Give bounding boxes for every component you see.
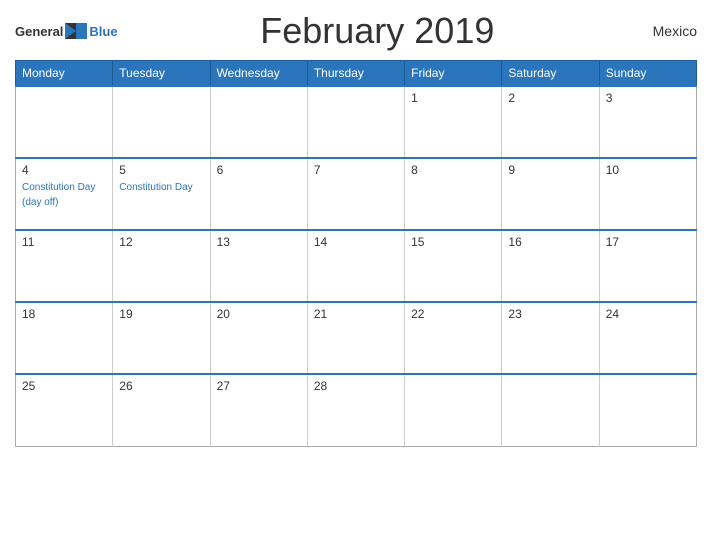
calendar-cell: 23 — [502, 302, 599, 374]
calendar-cell: 5 Constitution Day — [113, 158, 210, 230]
day-number: 16 — [508, 235, 592, 249]
calendar-cell — [599, 374, 696, 446]
calendar-cell: 4 Constitution Day (day off) — [16, 158, 113, 230]
calendar-cell: 15 — [405, 230, 502, 302]
day-header-sunday: Sunday — [599, 61, 696, 87]
logo-general-text: General — [15, 24, 63, 39]
day-number: 21 — [314, 307, 398, 321]
day-event: Constitution Day — [119, 182, 192, 193]
calendar-week-3: 11 12 13 14 15 16 17 — [16, 230, 697, 302]
day-number: 10 — [606, 163, 690, 177]
calendar-table: MondayTuesdayWednesdayThursdayFridaySatu… — [15, 60, 697, 447]
day-header-friday: Friday — [405, 61, 502, 87]
calendar-body: 1234Constitution Day (day off)5Constitut… — [16, 86, 697, 446]
calendar-cell: 6 — [210, 158, 307, 230]
calendar-cell: 27 — [210, 374, 307, 446]
day-number: 12 — [119, 235, 203, 249]
day-number: 1 — [411, 91, 495, 105]
day-number: 2 — [508, 91, 592, 105]
calendar-cell: 12 — [113, 230, 210, 302]
day-event: Constitution Day (day off) — [22, 182, 95, 208]
day-header-tuesday: Tuesday — [113, 61, 210, 87]
day-number: 26 — [119, 379, 203, 393]
calendar-cell: 1 — [405, 86, 502, 158]
calendar-cell: 20 — [210, 302, 307, 374]
day-number: 25 — [22, 379, 106, 393]
day-number: 28 — [314, 379, 398, 393]
calendar-cell: 28 — [307, 374, 404, 446]
calendar-header-row: MondayTuesdayWednesdayThursdayFridaySatu… — [16, 61, 697, 87]
day-header-wednesday: Wednesday — [210, 61, 307, 87]
calendar-cell: 21 — [307, 302, 404, 374]
month-title: February 2019 — [118, 10, 637, 52]
calendar-cell: 22 — [405, 302, 502, 374]
calendar-cell — [210, 86, 307, 158]
calendar-cell: 8 — [405, 158, 502, 230]
logo-flag-icon — [65, 23, 87, 39]
day-number: 15 — [411, 235, 495, 249]
calendar-cell: 14 — [307, 230, 404, 302]
day-number: 19 — [119, 307, 203, 321]
calendar-cell: 25 — [16, 374, 113, 446]
calendar-cell: 3 — [599, 86, 696, 158]
day-number: 17 — [606, 235, 690, 249]
calendar-cell — [113, 86, 210, 158]
calendar-cell: 19 — [113, 302, 210, 374]
calendar-cell — [405, 374, 502, 446]
logo-blue-text: Blue — [89, 24, 117, 39]
calendar-cell: 26 — [113, 374, 210, 446]
day-number: 5 — [119, 163, 203, 177]
day-header-monday: Monday — [16, 61, 113, 87]
day-number: 14 — [314, 235, 398, 249]
calendar-week-2: 4 Constitution Day (day off) 5 Constitution… — [16, 158, 697, 230]
day-number: 20 — [217, 307, 301, 321]
day-header-saturday: Saturday — [502, 61, 599, 87]
day-number: 13 — [217, 235, 301, 249]
day-number: 11 — [22, 235, 106, 249]
day-number: 4 — [22, 163, 106, 177]
country-label: Mexico — [637, 23, 697, 39]
day-number: 9 — [508, 163, 592, 177]
day-number: 3 — [606, 91, 690, 105]
day-number: 8 — [411, 163, 495, 177]
calendar-cell: 9 — [502, 158, 599, 230]
calendar-week-1: 123 — [16, 86, 697, 158]
day-number: 22 — [411, 307, 495, 321]
day-number: 6 — [217, 163, 301, 177]
calendar-cell: 18 — [16, 302, 113, 374]
logo: General Blue — [15, 23, 118, 39]
day-number: 23 — [508, 307, 592, 321]
calendar-header: General Blue February 2019 Mexico — [15, 10, 697, 52]
calendar-cell — [16, 86, 113, 158]
calendar-cell: 24 — [599, 302, 696, 374]
day-number: 27 — [217, 379, 301, 393]
calendar-page: General Blue February 2019 Mexico Monday… — [0, 0, 712, 550]
calendar-cell: 13 — [210, 230, 307, 302]
day-number: 24 — [606, 307, 690, 321]
calendar-cell: 7 — [307, 158, 404, 230]
calendar-cell: 10 — [599, 158, 696, 230]
day-header-thursday: Thursday — [307, 61, 404, 87]
calendar-cell — [307, 86, 404, 158]
day-number: 18 — [22, 307, 106, 321]
calendar-cell: 16 — [502, 230, 599, 302]
calendar-cell: 17 — [599, 230, 696, 302]
calendar-cell: 2 — [502, 86, 599, 158]
calendar-cell: 11 — [16, 230, 113, 302]
day-number: 7 — [314, 163, 398, 177]
calendar-week-4: 18 19 20 21 22 23 24 — [16, 302, 697, 374]
calendar-week-5: 25 26 27 28 — [16, 374, 697, 446]
calendar-cell — [502, 374, 599, 446]
days-of-week-row: MondayTuesdayWednesdayThursdayFridaySatu… — [16, 61, 697, 87]
